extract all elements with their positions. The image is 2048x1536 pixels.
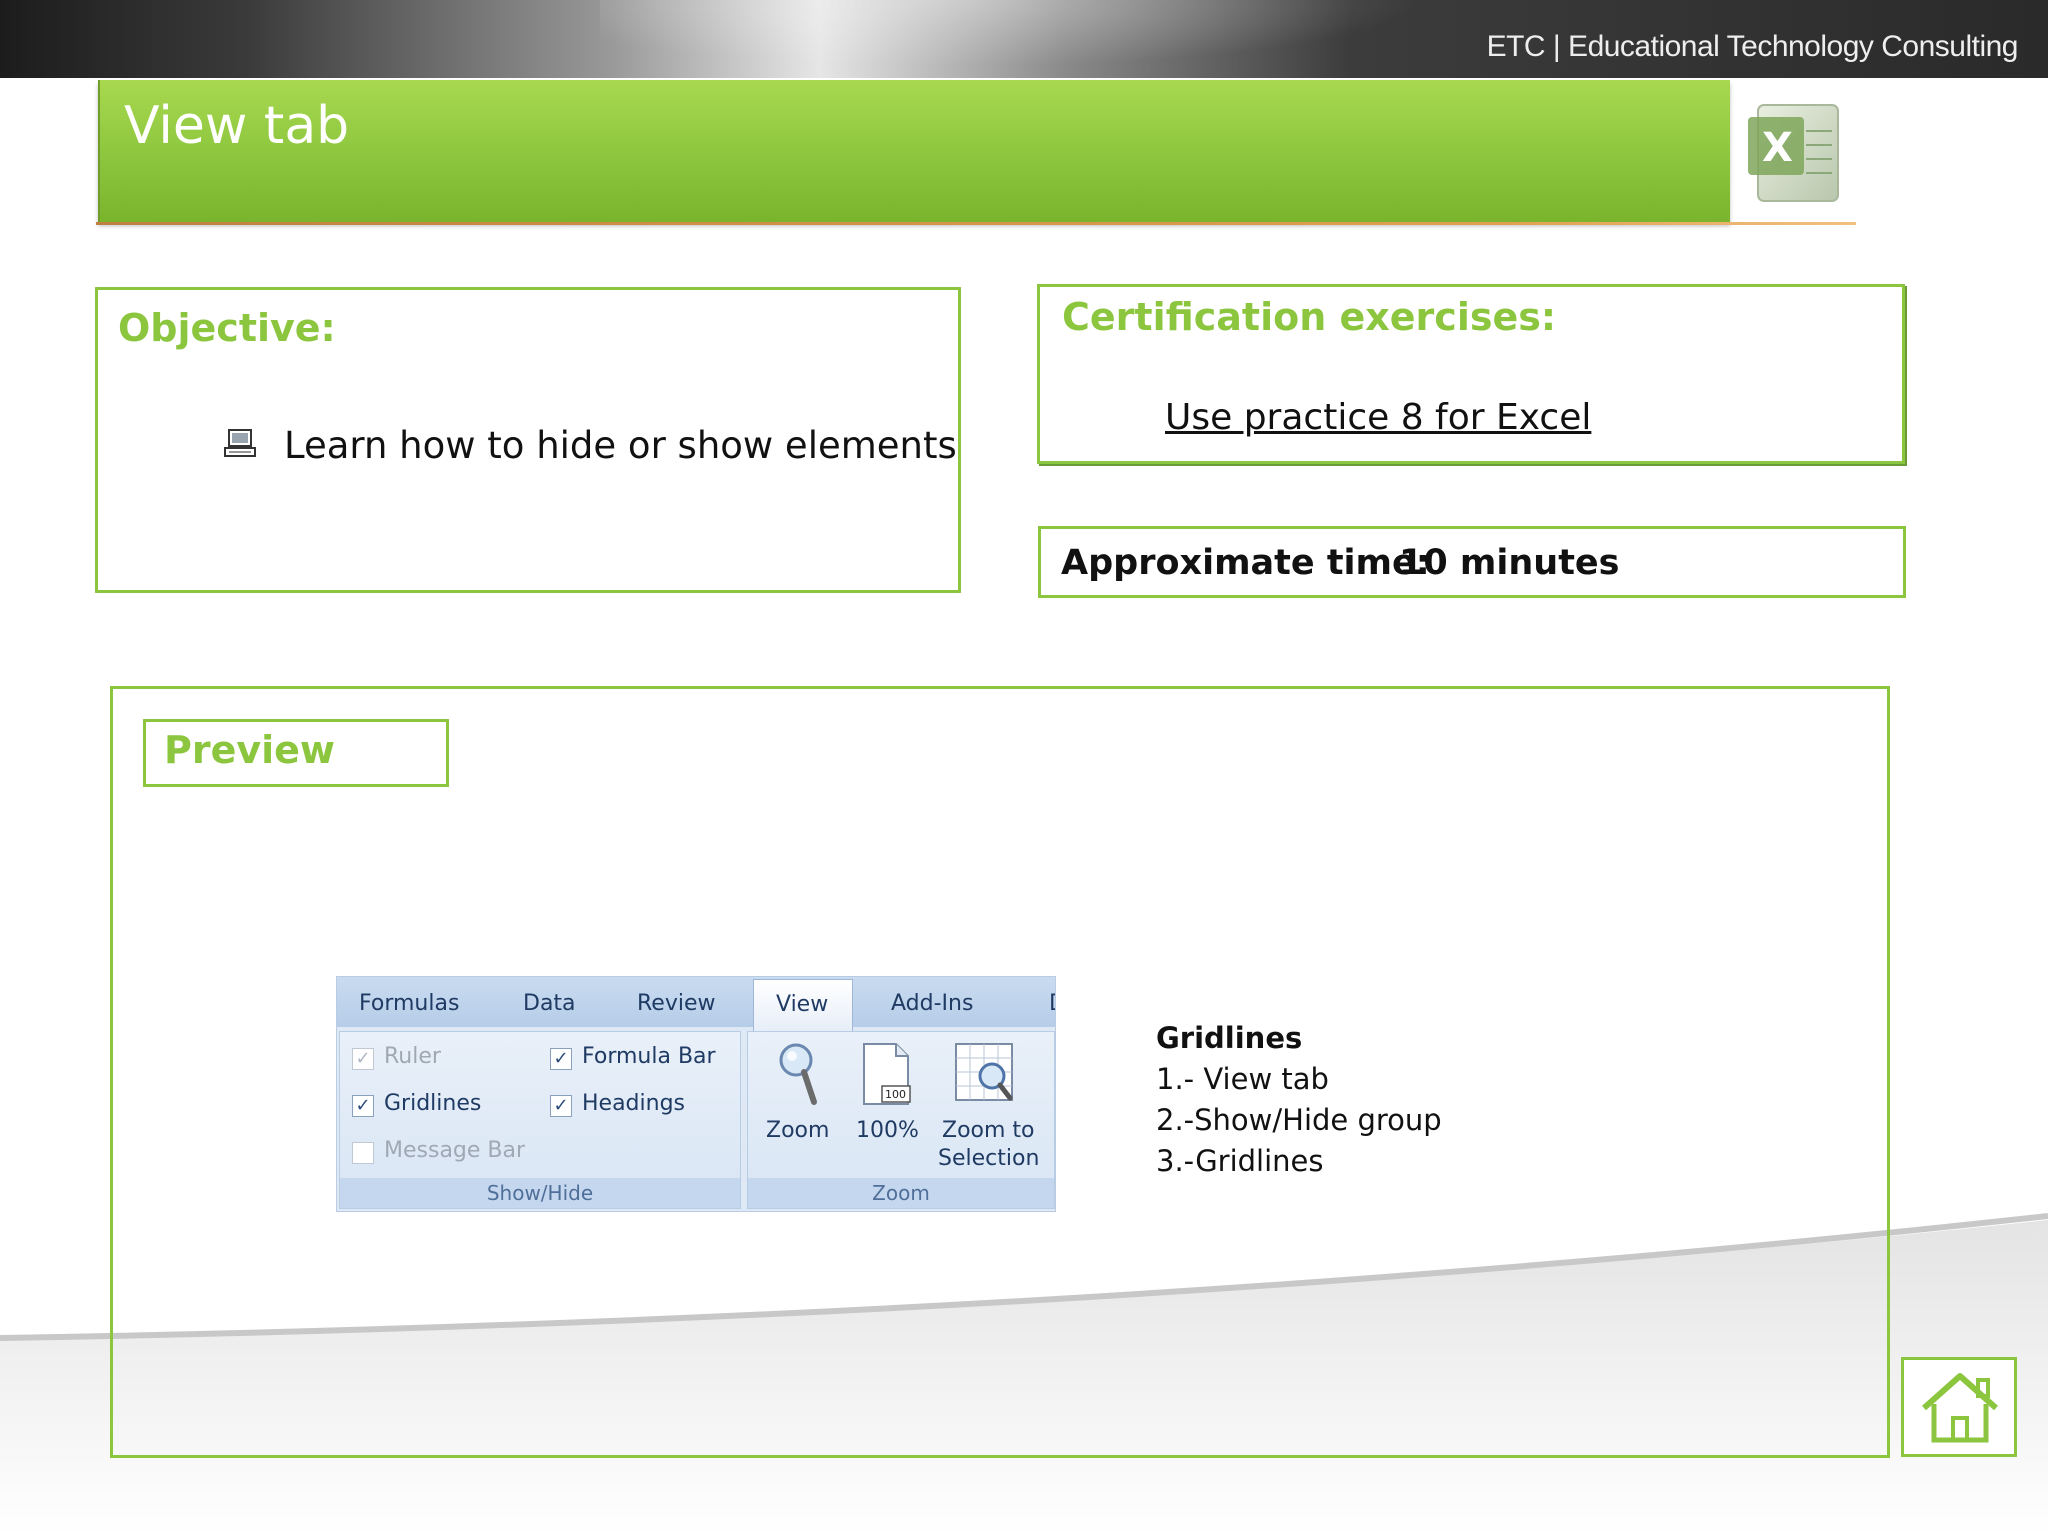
objective-heading: Objective: xyxy=(118,306,336,350)
zoom-group-label: Zoom xyxy=(872,1181,930,1205)
zoom-100-icon[interactable]: 100 xyxy=(858,1040,914,1108)
gridlines-checkbox[interactable]: ✓ xyxy=(352,1095,374,1117)
page-title: View tab xyxy=(124,96,350,156)
zoom-100-icon-text: 100 xyxy=(885,1088,906,1101)
header-shine xyxy=(600,0,1500,78)
objective-text: Learn how to hide or show elements xyxy=(284,424,957,467)
ruler-label: Ruler xyxy=(384,1044,441,1069)
zoom-group-footer: Zoom xyxy=(748,1178,1054,1208)
time-label: Approximate time: xyxy=(1061,543,1430,583)
excel-ribbon-screenshot: Formulas Data Review View Add-Ins D ✓ Ru… xyxy=(336,976,1056,1212)
gridlines-notes: Gridlines 1.- View tab 2.-Show/Hide grou… xyxy=(1156,1018,1442,1182)
ruler-checkbox[interactable]: ✓ xyxy=(352,1048,374,1070)
title-banner: View tab xyxy=(98,80,1730,222)
headings-label: Headings xyxy=(582,1091,686,1116)
zoom-magnifier-icon[interactable] xyxy=(776,1040,820,1108)
show-hide-group-label: Show/Hide xyxy=(486,1181,594,1205)
zoom-to-selection-icon[interactable] xyxy=(952,1040,1018,1108)
gridlines-label: Gridlines xyxy=(384,1091,482,1116)
zoom-to-selection-label-1[interactable]: Zoom to xyxy=(942,1118,1035,1143)
zoom-to-selection-label-2[interactable]: Selection xyxy=(938,1146,1039,1171)
notes-step-3: 3.-Gridlines xyxy=(1156,1144,1324,1178)
preview-label-box: Preview xyxy=(143,719,449,787)
zoom-100-label[interactable]: 100% xyxy=(856,1118,919,1143)
formula-bar-checkbox[interactable]: ✓ xyxy=(550,1048,572,1070)
tab-add-ins[interactable]: Add-Ins xyxy=(891,991,973,1016)
tab-review[interactable]: Review xyxy=(637,991,716,1016)
preview-label: Preview xyxy=(164,728,336,772)
home-icon xyxy=(1922,1373,1998,1443)
notes-title: Gridlines xyxy=(1156,1021,1303,1055)
tab-d[interactable]: D xyxy=(1049,991,1055,1016)
laptop-icon xyxy=(224,429,256,457)
objective-box: Objective: Learn how to hide or show ele… xyxy=(95,287,961,593)
certification-heading: Certification exercises: xyxy=(1062,295,1557,339)
header-bar: ETC | Educational Technology Consulting xyxy=(0,0,2048,78)
show-hide-group-footer: Show/Hide xyxy=(340,1178,740,1208)
company-name: ETC | Educational Technology Consulting xyxy=(1486,30,2019,63)
title-underline xyxy=(96,222,1856,225)
zoom-button-label[interactable]: Zoom xyxy=(766,1118,829,1143)
message-bar-checkbox[interactable] xyxy=(352,1142,374,1164)
tab-data[interactable]: Data xyxy=(523,991,576,1016)
tab-formulas[interactable]: Formulas xyxy=(359,991,459,1016)
practice-link[interactable]: Use practice 8 for Excel xyxy=(1165,397,1591,438)
tab-view-label: View xyxy=(776,992,829,1017)
ribbon-tab-row: Formulas Data Review View Add-Ins D xyxy=(337,977,1055,1031)
message-bar-label: Message Bar xyxy=(384,1138,526,1163)
time-box: Approximate time: 10 minutes xyxy=(1038,526,1906,598)
tab-view[interactable]: View xyxy=(753,979,853,1031)
notes-step-1: 1.- View tab xyxy=(1156,1062,1329,1096)
formula-bar-label: Formula Bar xyxy=(582,1044,716,1069)
notes-step-2: 2.-Show/Hide group xyxy=(1156,1103,1442,1137)
show-hide-group: ✓ Ruler ✓ Formula Bar ✓ Gridlines ✓ Head… xyxy=(339,1031,741,1209)
zoom-group: Zoom 100 100% Zoom to Selection Zoom xyxy=(747,1031,1055,1209)
svg-text:X: X xyxy=(1762,125,1793,171)
time-value: 10 minutes xyxy=(1399,543,1620,583)
certification-box: Certification exercises: Use practice 8 … xyxy=(1037,284,1905,464)
home-button[interactable] xyxy=(1901,1357,2017,1457)
excel-logo-icon: X xyxy=(1748,104,1839,202)
headings-checkbox[interactable]: ✓ xyxy=(550,1095,572,1117)
